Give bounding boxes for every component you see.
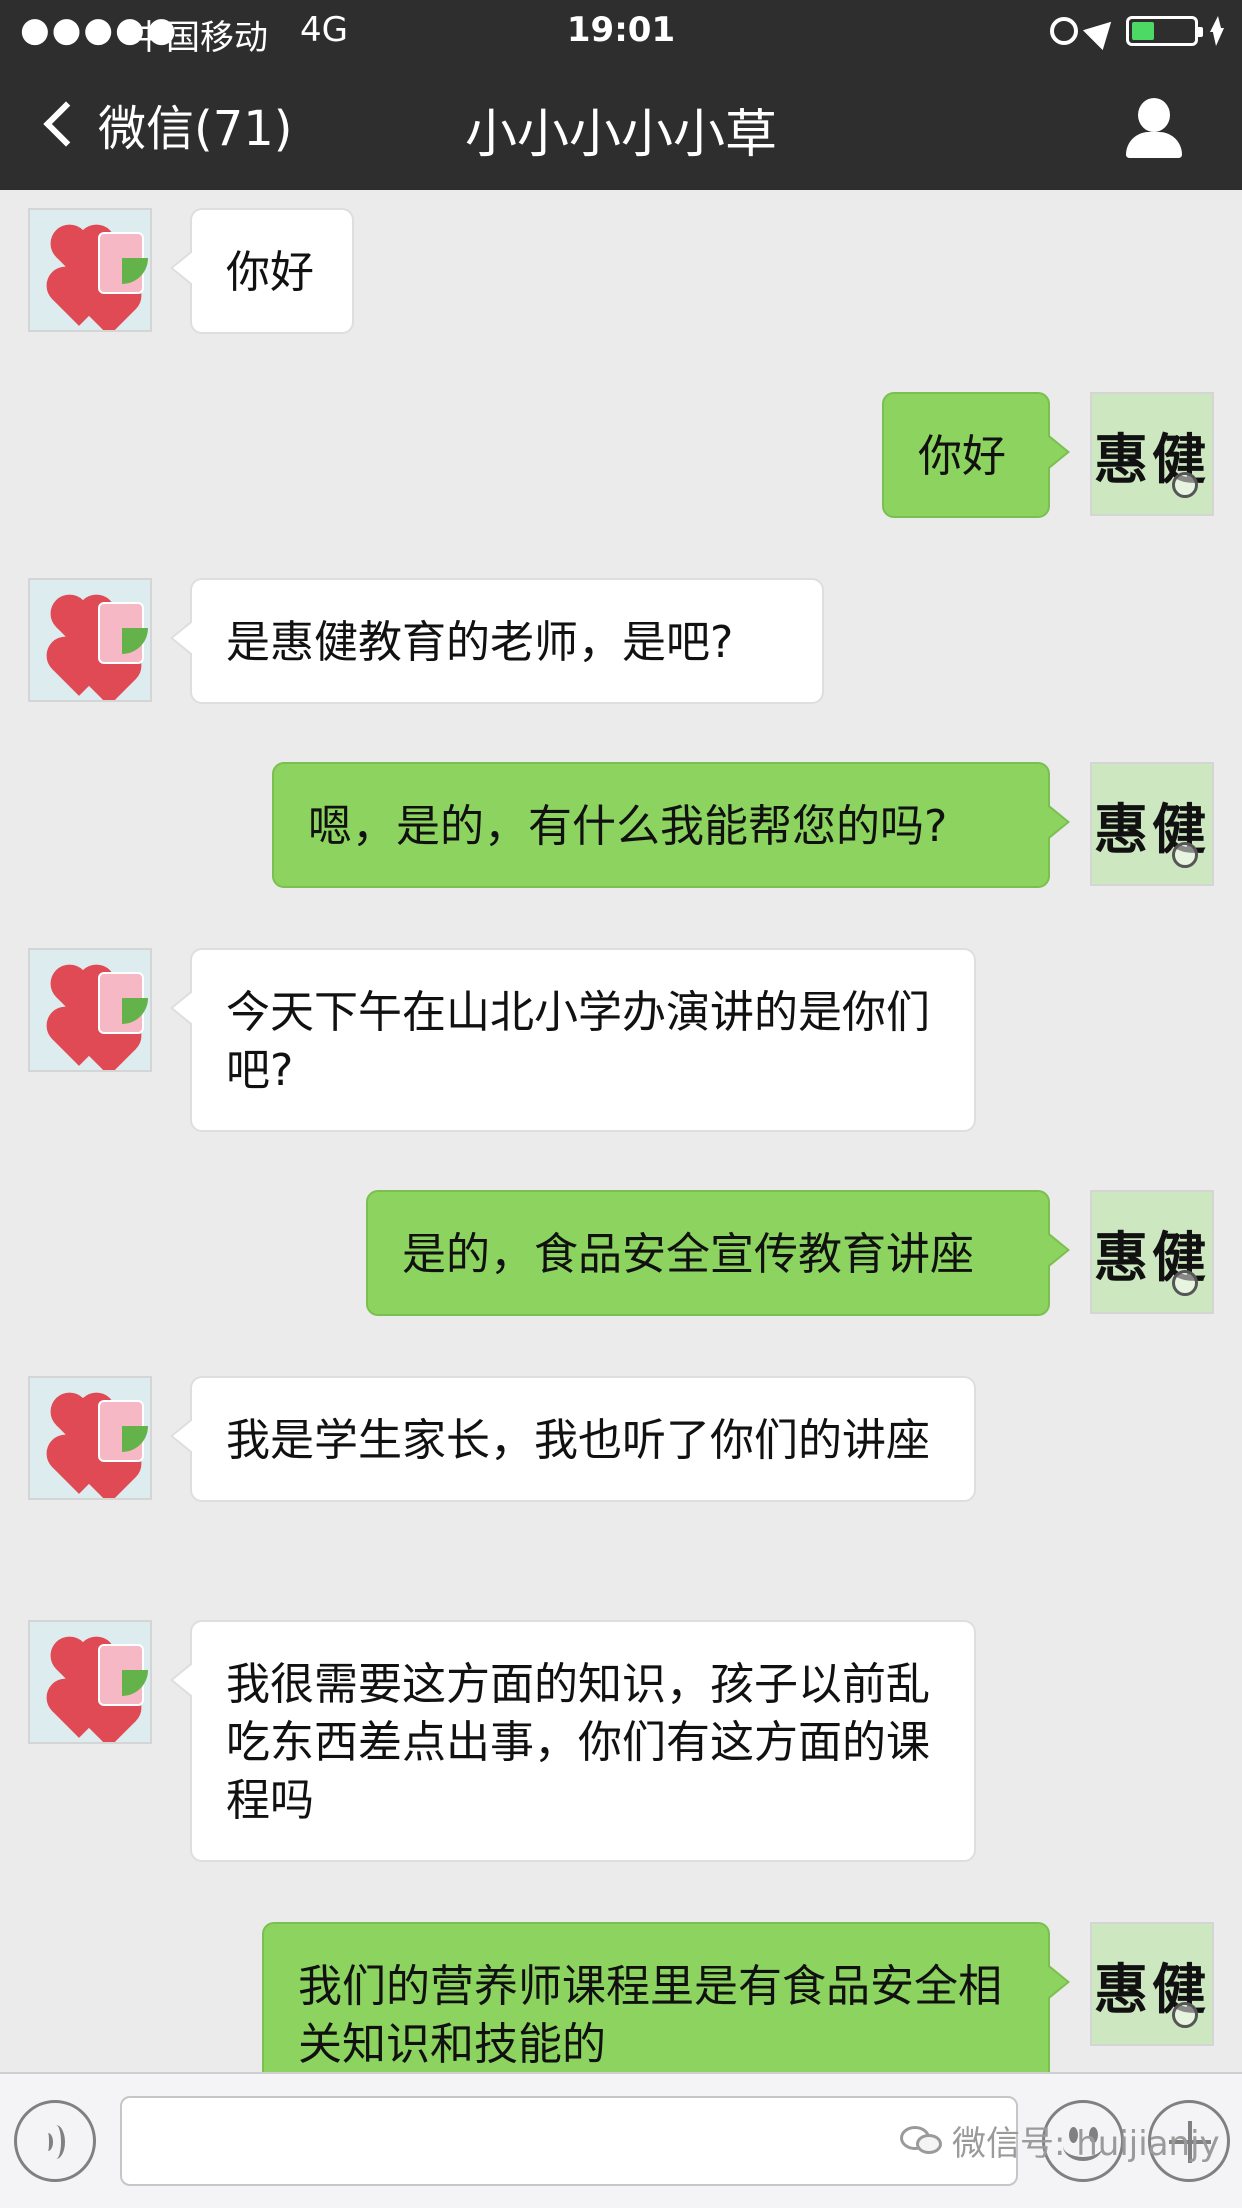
message-bubble-sent[interactable]: 是的，食品安全宣传教育讲座 [366,1190,1070,1316]
status-icons [1050,11,1224,51]
contact-avatar[interactable] [28,208,152,332]
message-input[interactable] [120,2096,1018,2186]
watermark: 微信号: huijianjy [900,2116,1220,2165]
contact-avatar[interactable] [28,1376,152,1500]
battery-icon [1126,16,1203,46]
chat-info-button[interactable] [1124,98,1184,158]
my-avatar[interactable]: 惠健 [1090,1190,1214,1314]
voice-input-button[interactable] [14,2100,96,2182]
nav-bar: 微信(71) 小小小小小草 [0,62,1242,190]
location-icon [1082,11,1122,51]
watermark-text: 微信号: huijianjy [952,2124,1220,2164]
message-bubble-received[interactable]: 我很需要这方面的知识，孩子以前乱吃东西差点出事，你们有这方面的课程吗 [170,1620,976,1862]
status-bar: ●●●●● 中国移动 4G 19:01 [0,0,1242,62]
contact-avatar[interactable] [28,948,152,1072]
contact-avatar[interactable] [28,578,152,702]
my-avatar[interactable]: 惠健 [1090,392,1214,516]
magnifier-icon [1172,1270,1198,1296]
message-bubble-received[interactable]: 你好 [170,208,354,334]
message-bubble-received[interactable]: 我是学生家长，我也听了你们的讲座 [170,1376,976,1502]
input-toolbar: 微信号: huijianjy [0,2072,1242,2208]
message-bubble-sent[interactable]: 嗯，是的，有什么我能帮您的吗? [272,762,1070,888]
message-bubble-received[interactable]: 今天下午在山北小学办演讲的是你们吧? [170,948,976,1132]
magnifier-icon [1172,472,1198,498]
message-bubble-sent[interactable]: 我们的营养师课程里是有食品安全相关知识和技能的 [262,1922,1070,2072]
message-bubble-sent[interactable]: 你好 [882,392,1070,518]
contact-avatar[interactable] [28,1620,152,1744]
chat-title: 小小小小小草 [464,105,777,165]
wechat-logo-icon [900,2124,944,2158]
magnifier-icon [1172,2002,1198,2028]
my-avatar[interactable]: 惠健 [1090,1922,1214,2046]
magnifier-icon [1172,842,1198,868]
person-icon [1138,98,1170,132]
alarm-icon [1050,17,1078,45]
charging-icon [1208,16,1224,46]
my-avatar[interactable]: 惠健 [1090,762,1214,886]
message-list[interactable]: 你好 你好 惠健 是惠健教育的老师，是吧? 嗯，是的，有什么我能帮您的吗? 惠健… [0,190,1242,2072]
message-bubble-received[interactable]: 是惠健教育的老师，是吧? [170,578,824,704]
